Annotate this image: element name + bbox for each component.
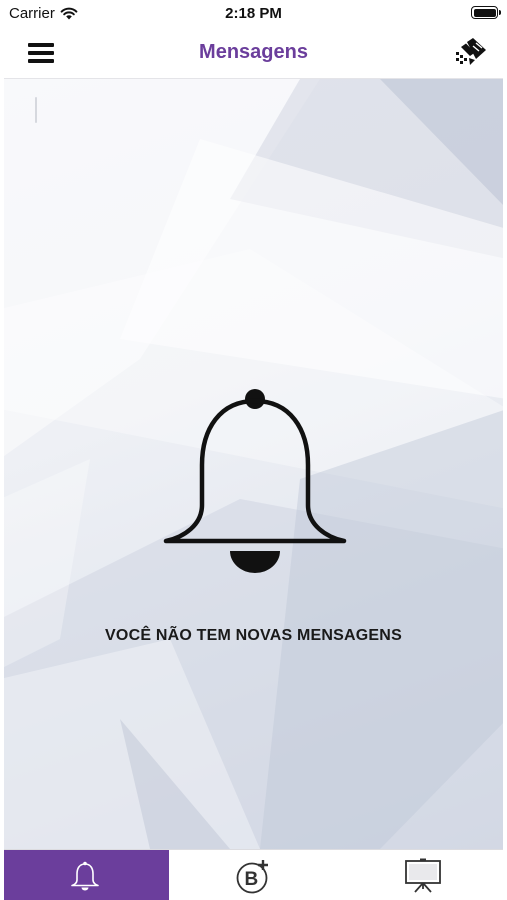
right-edge <box>503 28 507 900</box>
tab-messages[interactable] <box>0 850 169 900</box>
messages-content: VOCÊ NÃO TEM NOVAS MENSAGENS <box>0 79 507 849</box>
svg-text:B: B <box>244 869 258 890</box>
status-bar: Carrier 2:18 PM <box>0 0 507 28</box>
bell-icon <box>163 389 347 573</box>
page-title: Mensagens <box>199 41 308 63</box>
navigation-bar: Mensagens <box>0 28 507 79</box>
app-screen: Carrier 2:18 PM Mensagens VOCÊ NÃO TEM N… <box>0 0 507 900</box>
presentation-board-icon <box>404 858 441 893</box>
left-edge <box>0 28 4 900</box>
bottom-tab-bar: B <box>0 849 507 900</box>
scroll-indicator <box>35 97 37 123</box>
tab-b-plus[interactable]: B <box>169 850 338 900</box>
empty-state-message: VOCÊ NÃO TEM NOVAS MENSAGENS <box>105 627 402 644</box>
status-time: 2:18 PM <box>225 5 282 22</box>
tab-presentation[interactable] <box>338 850 507 900</box>
battery-icon <box>471 6 501 19</box>
b-plus-icon: B <box>236 859 268 893</box>
bell-icon <box>70 861 99 890</box>
brand-logo-icon[interactable] <box>453 38 487 68</box>
